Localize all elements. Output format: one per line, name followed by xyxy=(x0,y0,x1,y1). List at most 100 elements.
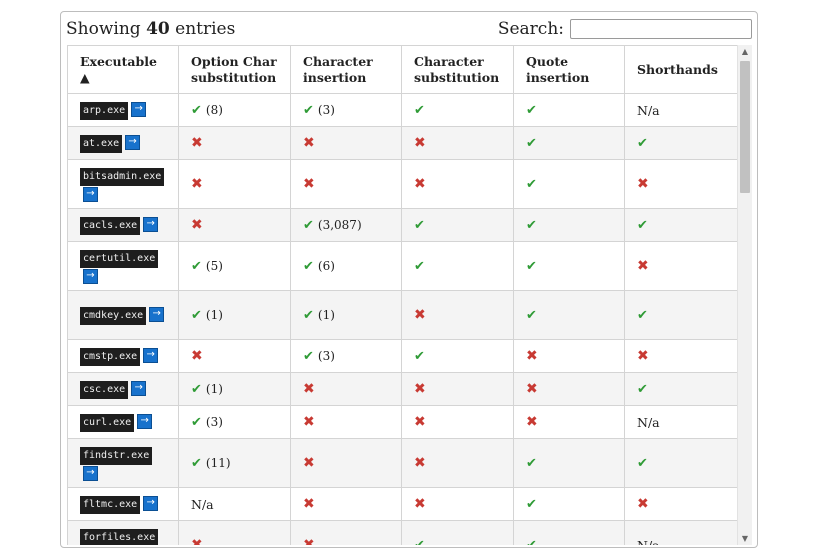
table-row: cmstp.exe → ✖ ✔ (3) ✔ ✖ ✖ xyxy=(67,339,737,373)
checkmark-icon: ✔ xyxy=(191,382,202,397)
executable-name: at.exe xyxy=(80,134,123,153)
executable-cell: bitsadmin.exe→ xyxy=(67,159,179,209)
executable-name: certutil.exe xyxy=(80,249,159,268)
checkmark-icon: ✔ xyxy=(526,497,537,512)
executable-name: fltmc.exe xyxy=(80,495,141,514)
entries-count: Showing 40 entries xyxy=(66,17,235,41)
occurrence-count: (3) xyxy=(317,103,335,117)
status-cell: ✔ xyxy=(513,241,625,291)
cross-icon: ✖ xyxy=(303,414,315,430)
cross-icon: ✖ xyxy=(637,176,649,192)
cross-icon: ✖ xyxy=(191,135,203,151)
column-header[interactable]: Character insertion xyxy=(290,45,402,94)
cross-icon: ✖ xyxy=(414,414,426,430)
occurrence-count: (1) xyxy=(317,308,335,322)
checkmark-icon: ✔ xyxy=(526,456,537,471)
status-cell: ✖ xyxy=(513,339,625,373)
checkmark-icon: ✔ xyxy=(637,218,648,233)
status-cell: ✔ xyxy=(401,339,514,373)
checkmark-icon: ✔ xyxy=(526,218,537,233)
cross-icon: ✖ xyxy=(526,348,538,364)
na-text: N/a xyxy=(637,537,660,546)
status-cell: ✖ xyxy=(401,159,514,209)
status-cell: ✔ (1) xyxy=(290,290,402,340)
arrow-right-icon[interactable]: → xyxy=(83,186,98,202)
vertical-scrollbar[interactable]: ▲ ▼ xyxy=(737,45,752,545)
table-viewport: Executable ▲ Option Char substitution Char… xyxy=(67,45,737,545)
search-input[interactable] xyxy=(570,19,752,39)
checkmark-icon: ✔ xyxy=(414,538,425,545)
executable-cell: cacls.exe → xyxy=(67,208,179,242)
executable-name: forfiles.exe xyxy=(80,528,159,545)
executable-cell: forfiles.exe→ xyxy=(67,520,179,545)
column-header-executable[interactable]: Executable ▲ xyxy=(67,45,179,94)
arrow-right-icon[interactable]: → xyxy=(143,347,159,363)
occurrence-count: (11) xyxy=(205,456,231,470)
table-row: cmdkey.exe → ✔ (1) ✔ (1) ✖ ✔ ✔ xyxy=(67,290,737,340)
status-cell: ✖ xyxy=(401,372,514,406)
table-row: cacls.exe → ✖ ✔ (3,087) ✔ ✔ ✔ xyxy=(67,208,737,242)
cross-icon: ✖ xyxy=(303,496,315,512)
table-row: forfiles.exe→ ✖ ✖ ✔ ✔ N/a xyxy=(67,520,737,546)
cross-icon: ✖ xyxy=(303,176,315,192)
occurrence-count: (3) xyxy=(317,349,335,363)
column-header[interactable]: Shorthands xyxy=(624,45,737,94)
showing-count: 40 xyxy=(146,19,170,39)
checkmark-icon: ✔ xyxy=(414,349,425,364)
table-header-row: Executable ▲ Option Char substitution Char… xyxy=(67,45,737,94)
occurrence-count: (3) xyxy=(205,415,223,429)
scroll-thumb[interactable] xyxy=(740,61,750,193)
cross-icon: ✖ xyxy=(414,381,426,397)
scroll-down-icon[interactable]: ▼ xyxy=(738,534,752,543)
status-cell: ✔ xyxy=(401,93,514,127)
cross-icon: ✖ xyxy=(303,537,315,545)
executable-cell: csc.exe → xyxy=(67,372,179,406)
cross-icon: ✖ xyxy=(414,496,426,512)
cross-icon: ✖ xyxy=(191,348,203,364)
status-cell: ✔ xyxy=(624,372,737,406)
checkmark-icon: ✔ xyxy=(303,308,314,323)
executable-name: cmdkey.exe xyxy=(80,306,147,325)
checkmark-icon: ✔ xyxy=(414,259,425,274)
status-cell: ✖ xyxy=(290,372,402,406)
cross-icon: ✖ xyxy=(414,176,426,192)
arrow-right-icon[interactable]: → xyxy=(131,101,147,117)
column-header[interactable]: Option Char substitution xyxy=(178,45,291,94)
occurrence-count: (8) xyxy=(205,103,223,117)
checkmark-icon: ✔ xyxy=(526,308,537,323)
status-cell: ✔ xyxy=(624,208,737,242)
arrow-right-icon[interactable]: → xyxy=(149,306,165,322)
status-cell: ✖ xyxy=(624,241,737,291)
cross-icon: ✖ xyxy=(637,496,649,512)
occurrence-count: (1) xyxy=(205,382,223,396)
column-header[interactable]: Character substitution xyxy=(401,45,514,94)
occurrence-count: (6) xyxy=(317,259,335,273)
arrow-right-icon[interactable]: → xyxy=(143,495,159,511)
cross-icon: ✖ xyxy=(191,537,203,545)
checkmark-icon: ✔ xyxy=(637,382,648,397)
cross-icon: ✖ xyxy=(526,381,538,397)
executable-name: findstr.exe xyxy=(80,446,153,465)
table-row: csc.exe → ✔ (1) ✖ ✖ ✖ ✔ xyxy=(67,372,737,406)
status-cell: ✔ xyxy=(624,126,737,160)
scroll-up-icon[interactable]: ▲ xyxy=(738,47,752,56)
checkmark-icon: ✔ xyxy=(303,259,314,274)
status-cell: ✖ xyxy=(624,487,737,521)
arrow-right-icon[interactable]: → xyxy=(143,216,159,232)
column-header[interactable]: Quote insertion xyxy=(513,45,625,94)
arrow-right-icon[interactable]: → xyxy=(137,413,153,429)
status-cell: ✖ xyxy=(178,126,291,160)
executable-cell: at.exe → xyxy=(67,126,179,160)
checkmark-icon: ✔ xyxy=(526,103,537,118)
checkmark-icon: ✔ xyxy=(637,308,648,323)
cross-icon: ✖ xyxy=(414,455,426,471)
status-cell: ✔ (3) xyxy=(290,93,402,127)
arrow-right-icon[interactable]: → xyxy=(83,268,98,284)
table-body: arp.exe → ✔ (8) ✔ (3) ✔ ✔ N/a at.exe → ✖ ✖ ✖ ✔ ✔ bitsadm… xyxy=(67,93,737,546)
checkmark-icon: ✔ xyxy=(637,136,648,151)
arrow-right-icon[interactable]: → xyxy=(125,134,141,150)
checkmark-icon: ✔ xyxy=(191,415,202,430)
cross-icon: ✖ xyxy=(303,135,315,151)
arrow-right-icon[interactable]: → xyxy=(83,465,98,481)
arrow-right-icon[interactable]: → xyxy=(131,380,147,396)
